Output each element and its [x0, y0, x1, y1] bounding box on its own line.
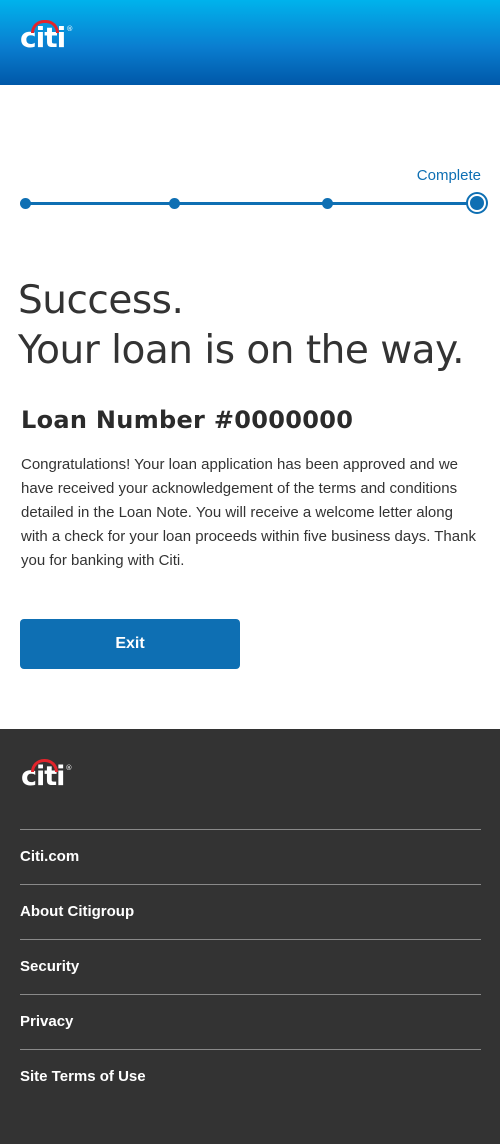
footer-link-item: About Citigroup — [20, 884, 481, 939]
progress-step-4-current — [468, 194, 486, 212]
footer-link-citi-com[interactable]: Citi.com — [20, 830, 481, 884]
registered-mark: ® — [66, 25, 73, 33]
progress-step-2 — [169, 198, 180, 209]
progress-track — [25, 202, 475, 205]
page-title-line-2: Your loan is on the way. — [18, 328, 465, 373]
footer-link-security[interactable]: Security — [20, 940, 481, 994]
footer-link-item: Site Terms of Use — [20, 1049, 481, 1104]
site-header: citi ® — [0, 0, 500, 85]
citi-logo[interactable]: citi ® — [20, 20, 73, 52]
footer-link-about-citigroup[interactable]: About Citigroup — [20, 885, 481, 939]
footer-link-item: Security — [20, 939, 481, 994]
progress-label: Complete — [416, 167, 481, 184]
footer-link-item: Privacy — [20, 994, 481, 1049]
site-footer: citi ® Citi.com About Citigroup Security… — [0, 729, 500, 1144]
footer-link-privacy[interactable]: Privacy — [20, 995, 481, 1049]
confirmation-message: Congratulations! Your loan application h… — [21, 456, 476, 569]
progress-stepper: Complete — [20, 164, 486, 224]
footer-link-item: Citi.com — [20, 829, 481, 884]
footer-links: Citi.com About Citigroup Security Privac… — [20, 829, 481, 1104]
footer-registered-mark: ® — [65, 764, 72, 772]
page-title-line-1: Success. — [18, 278, 184, 323]
loan-number: Loan Number #0000000 — [21, 406, 354, 434]
progress-step-3 — [322, 198, 333, 209]
progress-step-1 — [20, 198, 31, 209]
page-title: Success. Your loan is on the way. — [18, 276, 465, 376]
footer-link-site-terms[interactable]: Site Terms of Use — [20, 1050, 481, 1104]
exit-button[interactable]: Exit — [20, 619, 240, 669]
footer-citi-logo[interactable]: citi ® — [21, 759, 72, 790]
